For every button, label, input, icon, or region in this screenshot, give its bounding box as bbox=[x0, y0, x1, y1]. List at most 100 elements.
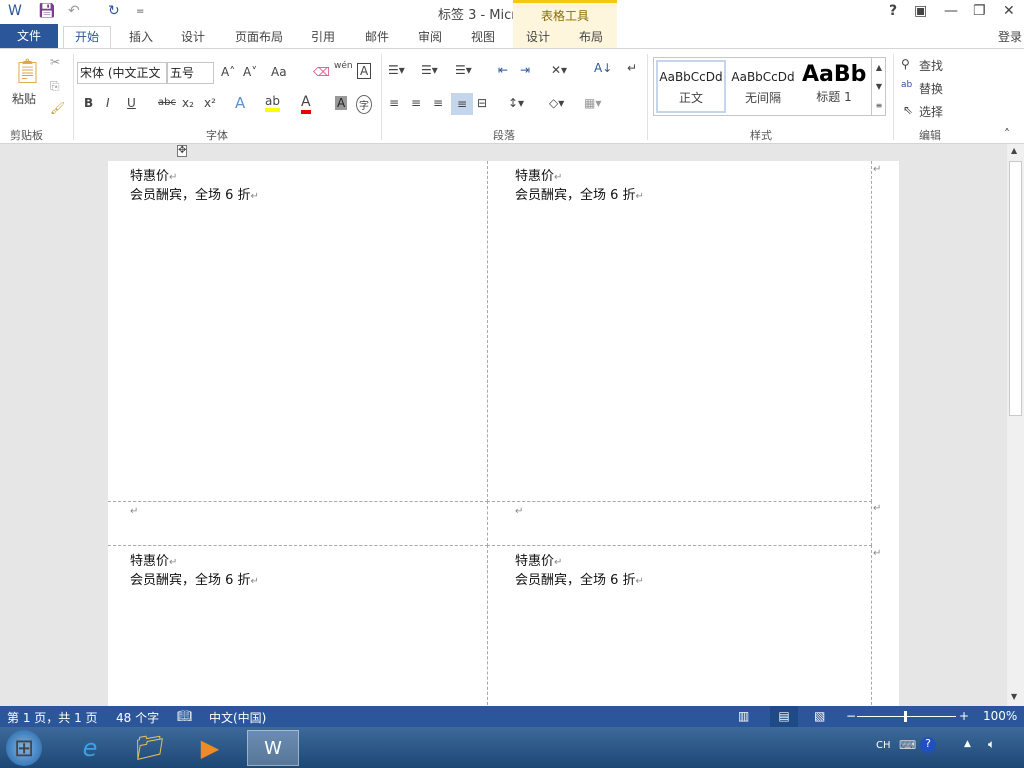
tab-table-layout[interactable]: 布局 bbox=[579, 28, 603, 45]
paste-button[interactable]: 粘贴 bbox=[12, 90, 36, 107]
style-heading-1[interactable]: AaBb 标题 1 bbox=[802, 60, 866, 113]
shrink-font-button[interactable]: A˅ bbox=[243, 65, 257, 79]
change-case-button[interactable]: Aa bbox=[271, 65, 287, 79]
clear-formatting-icon[interactable]: ⌫ bbox=[313, 65, 330, 79]
justify-icon[interactable]: ≡ bbox=[451, 93, 473, 115]
highlight-icon[interactable]: ab bbox=[265, 94, 280, 112]
word-count[interactable]: 48 个字 bbox=[116, 709, 159, 726]
proofing-icon[interactable]: 📖︎ bbox=[177, 709, 192, 723]
read-mode-icon[interactable]: ▥ bbox=[738, 709, 749, 723]
asian-layout-icon[interactable]: ✕▾ bbox=[551, 63, 567, 77]
shading-icon[interactable]: ◇▾ bbox=[549, 96, 564, 110]
table-cell[interactable]: 特惠价↵ 会员酬宾，全场 6 折↵ bbox=[487, 545, 872, 715]
tab-review[interactable]: 审阅 bbox=[418, 28, 442, 45]
font-size-combo[interactable]: 五号 bbox=[167, 62, 214, 84]
select-icon[interactable]: ⇖ bbox=[903, 103, 913, 117]
tab-references[interactable]: 引用 bbox=[311, 28, 335, 45]
help-button[interactable]: ? bbox=[889, 3, 897, 19]
font-name-combo[interactable]: 宋体 (中文正文 bbox=[77, 62, 167, 84]
table-cell[interactable]: 特惠价↵ 会员酬宾，全场 6 折↵ bbox=[108, 161, 488, 502]
zoom-level[interactable]: 100% bbox=[983, 709, 1017, 723]
volume-icon[interactable]: 🔈︎ bbox=[988, 737, 995, 752]
character-shading-button[interactable]: A bbox=[335, 96, 348, 110]
restore-button[interactable]: ❐ bbox=[973, 3, 986, 19]
tab-view[interactable]: 视图 bbox=[471, 28, 495, 45]
collapse-ribbon-icon[interactable]: ˄ bbox=[1004, 127, 1010, 141]
style-no-spacing[interactable]: AaBbCcDd 无间隔 bbox=[728, 60, 798, 113]
align-right-icon[interactable]: ≡ bbox=[433, 96, 443, 110]
bold-button[interactable]: B bbox=[84, 96, 93, 110]
internet-explorer-icon[interactable]: e bbox=[70, 730, 110, 766]
phonetic-guide-button[interactable]: wén bbox=[334, 61, 353, 71]
style-normal[interactable]: AaBbCcDd 正文 bbox=[656, 60, 726, 113]
copy-icon[interactable]: ⎘ bbox=[50, 79, 60, 94]
format-painter-icon[interactable]: 🖌︎ bbox=[50, 101, 65, 115]
multilevel-list-icon[interactable]: ☰▾ bbox=[455, 63, 472, 77]
align-center-icon[interactable]: ≡ bbox=[411, 96, 421, 110]
show-marks-icon[interactable]: ↵ bbox=[627, 61, 637, 75]
character-border-button[interactable]: A bbox=[357, 63, 372, 79]
help-tray-icon[interactable]: ? bbox=[920, 737, 936, 753]
table-cell[interactable]: ↵ bbox=[487, 501, 872, 546]
replace-button[interactable]: 替换 bbox=[919, 80, 943, 97]
tab-page-layout[interactable]: 页面布局 bbox=[235, 28, 283, 45]
word-taskbar-button[interactable]: W bbox=[247, 730, 299, 766]
clipboard-group-label: 剪贴板 bbox=[10, 129, 43, 142]
ribbon-display-button[interactable]: ▣ bbox=[914, 3, 927, 19]
borders-icon[interactable]: ▦▾ bbox=[584, 96, 601, 110]
italic-button[interactable]: I bbox=[106, 96, 110, 110]
find-button[interactable]: 查找 bbox=[919, 57, 943, 74]
scroll-up-icon[interactable]: ▲ bbox=[1011, 146, 1017, 155]
decrease-indent-icon[interactable]: ⇤ bbox=[498, 63, 508, 77]
sort-icon[interactable]: A↓ bbox=[594, 61, 612, 75]
minimize-button[interactable]: — bbox=[944, 3, 958, 19]
close-button[interactable]: ✕ bbox=[1003, 3, 1015, 19]
scroll-down-icon[interactable]: ▼ bbox=[1011, 692, 1017, 701]
find-icon[interactable]: ⚲ bbox=[901, 57, 910, 71]
style-preview: AaBbCcDd bbox=[659, 70, 723, 84]
sign-in-link[interactable]: 登录 bbox=[998, 28, 1022, 45]
cell-text-line2: 会员酬宾，全场 6 折↵ bbox=[130, 573, 259, 588]
tab-insert[interactable]: 插入 bbox=[129, 28, 153, 45]
show-hidden-icons[interactable]: ▲ bbox=[964, 739, 971, 749]
file-explorer-icon[interactable]: 📁︎ bbox=[130, 730, 170, 766]
select-button[interactable]: 选择 bbox=[919, 103, 943, 120]
language[interactable]: 中文(中国) bbox=[209, 709, 266, 726]
line-spacing-icon[interactable]: ↕▾ bbox=[508, 96, 524, 110]
tab-table-design[interactable]: 设计 bbox=[526, 28, 550, 45]
media-player-icon[interactable]: ▶ bbox=[190, 730, 230, 766]
zoom-in-button[interactable]: + bbox=[959, 709, 969, 723]
zoom-slider-thumb[interactable] bbox=[904, 711, 907, 722]
bullets-icon[interactable]: ☰▾ bbox=[388, 63, 405, 77]
tab-mailings[interactable]: 邮件 bbox=[365, 28, 389, 45]
superscript-button[interactable]: x² bbox=[204, 96, 216, 110]
subscript-button[interactable]: x₂ bbox=[182, 96, 194, 110]
table-cell[interactable]: ↵ bbox=[108, 501, 488, 546]
web-layout-icon[interactable]: ▧ bbox=[814, 709, 825, 723]
enclose-characters-button[interactable]: 字 bbox=[356, 95, 372, 114]
table-move-handle[interactable]: ✥ bbox=[177, 145, 188, 157]
distributed-icon[interactable]: ⊟ bbox=[477, 96, 487, 110]
page-count[interactable]: 第 1 页，共 1 页 bbox=[7, 709, 98, 726]
start-button[interactable]: ⊞ bbox=[6, 730, 42, 766]
tab-design[interactable]: 设计 bbox=[181, 28, 205, 45]
keyboard-icon[interactable]: ⌨ bbox=[899, 738, 916, 752]
table-cell[interactable]: 特惠价↵ 会员酬宾，全场 6 折↵ bbox=[108, 545, 488, 715]
styles-scroll[interactable]: ▲ ▼ ≡ bbox=[871, 58, 886, 115]
replace-icon[interactable]: ab bbox=[901, 80, 912, 90]
font-color-icon[interactable]: A bbox=[301, 94, 311, 114]
paste-icon[interactable]: 📋︎ bbox=[12, 57, 42, 85]
strikethrough-button[interactable]: abc bbox=[158, 97, 176, 108]
input-language[interactable]: CH bbox=[876, 740, 891, 751]
table-cell[interactable]: 特惠价↵ 会员酬宾，全场 6 折↵ bbox=[487, 161, 872, 502]
print-layout-icon[interactable]: ▤ bbox=[770, 706, 798, 727]
text-effects-icon[interactable]: A bbox=[235, 94, 245, 112]
zoom-out-button[interactable]: − bbox=[846, 709, 856, 723]
increase-indent-icon[interactable]: ⇥ bbox=[520, 63, 530, 77]
underline-button[interactable]: U bbox=[127, 96, 136, 110]
numbering-icon[interactable]: ☰▾ bbox=[421, 63, 438, 77]
cut-icon[interactable]: ✂ bbox=[50, 55, 60, 69]
grow-font-button[interactable]: A˄ bbox=[221, 65, 235, 79]
align-left-icon[interactable]: ≡ bbox=[389, 96, 399, 110]
scrollbar-thumb[interactable] bbox=[1009, 161, 1022, 416]
